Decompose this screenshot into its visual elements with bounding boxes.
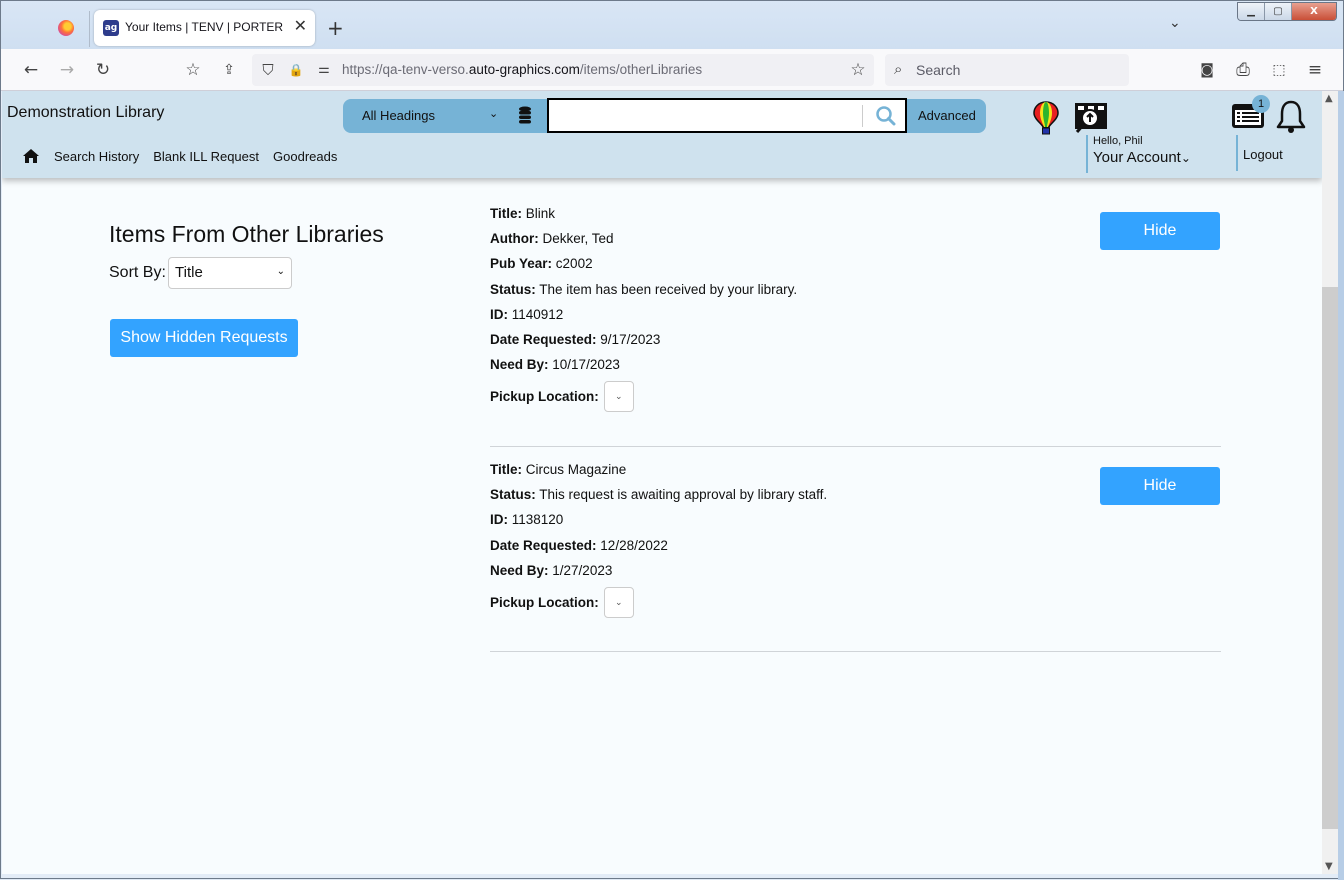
- extensions-icon[interactable]: ⬚: [1269, 60, 1289, 80]
- tab-close-icon[interactable]: ✕: [294, 16, 307, 35]
- browser-search-bar[interactable]: ⌕ Search: [885, 54, 1129, 86]
- maximize-button[interactable]: ▢: [1265, 3, 1292, 20]
- pocket-icon[interactable]: ◙: [1197, 60, 1217, 80]
- hide-button[interactable]: Hide: [1100, 467, 1220, 505]
- your-account-menu[interactable]: Your Account⌄: [1093, 149, 1191, 166]
- show-hidden-requests-button[interactable]: Show Hidden Requests: [110, 319, 298, 357]
- tab-title: Your Items | TENV | PORTER | Auto-Graphi…: [125, 20, 287, 34]
- address-bar[interactable]: ⛉ 🔒 ⚌ https://qa-tenv-verso.auto-graphic…: [252, 54, 874, 86]
- database-icon[interactable]: [518, 106, 532, 124]
- bookmarks-icon[interactable]: ☆: [183, 60, 203, 80]
- home-icon[interactable]: [22, 148, 40, 164]
- window-close-button[interactable]: X: [1292, 3, 1336, 20]
- catalog-search-input[interactable]: [547, 98, 907, 133]
- reload-icon[interactable]: ↻: [93, 60, 113, 80]
- library-name[interactable]: Demonstration Library: [7, 104, 164, 122]
- tab-active[interactable]: ag Your Items | TENV | PORTER | Auto-Gra…: [94, 10, 315, 46]
- pickup-location-label: Pickup Location:: [490, 389, 599, 405]
- logout-divider: [1236, 135, 1238, 171]
- permissions-icon[interactable]: ⚌: [314, 60, 334, 80]
- url-path: /items/otherLibraries: [579, 62, 703, 77]
- request-item: Title: Circus Magazine Status: This requ…: [490, 461, 1221, 652]
- scroll-down-icon[interactable]: ▼: [1325, 861, 1333, 872]
- sort-by-label: Sort By:: [109, 264, 166, 281]
- logout-link[interactable]: Logout: [1243, 147, 1283, 162]
- share-icon[interactable]: ⇪: [219, 60, 239, 80]
- search-group: All Headings ⌄ Advanced: [343, 98, 986, 133]
- pickup-location-select[interactable]: ⌄: [603, 586, 634, 618]
- item-id: ID: 1138120: [490, 512, 564, 528]
- item-id: ID: 1140912: [490, 306, 564, 322]
- chevron-down-icon: ⌄: [614, 596, 623, 607]
- greeting: Hello, Phil: [1093, 135, 1143, 147]
- scroll-thumb[interactable]: [1322, 287, 1338, 829]
- site-header: Demonstration Library All Headings ⌄ Adv…: [2, 91, 1322, 178]
- site-nav: Search History Blank ILL Request Goodrea…: [22, 148, 337, 164]
- item-date-requested: Date Requested: 12/28/2022: [490, 537, 668, 553]
- search-divider: [862, 105, 863, 127]
- chevron-down-icon[interactable]: ⌄: [489, 107, 498, 120]
- request-item: Title: Blink Author: Dekker, Ted Pub Yea…: [490, 205, 1221, 447]
- window-frame: [1338, 91, 1344, 880]
- hide-button[interactable]: Hide: [1100, 212, 1220, 250]
- sort-by-value: Title: [175, 264, 203, 281]
- tracking-shield-icon[interactable]: ⛉: [258, 60, 278, 80]
- window-controls: ▁ ▢ X: [1237, 2, 1337, 21]
- item-need-by: Need By: 1/27/2023: [490, 562, 613, 578]
- advanced-search-button[interactable]: Advanced: [918, 108, 976, 123]
- tab-strip: ag Your Items | TENV | PORTER | Auto-Gra…: [1, 1, 1343, 49]
- chevron-down-icon: ⌄: [614, 391, 623, 402]
- print-icon[interactable]: ⎙: [1233, 60, 1253, 80]
- nav-search-history[interactable]: Search History: [54, 149, 139, 164]
- page-scrollbar[interactable]: ▲ ▼: [1322, 91, 1338, 874]
- page-title: Items From Other Libraries: [109, 221, 384, 247]
- item-finder-icon[interactable]: [1073, 101, 1109, 135]
- search-placeholder: Search: [916, 62, 961, 78]
- pickup-location: Pickup Location: ⌄: [490, 381, 1221, 413]
- nav-blank-ill-request[interactable]: Blank ILL Request: [153, 149, 259, 164]
- bookmark-star-icon[interactable]: ☆: [848, 60, 868, 80]
- tab-separator: [89, 11, 90, 47]
- sort-by-select[interactable]: Title ⌄: [168, 257, 292, 289]
- chevron-down-icon: ⌄: [276, 266, 285, 277]
- your-account-label: Your Account: [1093, 149, 1181, 166]
- browser-window: ag Your Items | TENV | PORTER | Auto-Gra…: [0, 0, 1344, 880]
- search-scope-select[interactable]: All Headings: [362, 108, 435, 123]
- item-need-by: Need By: 10/17/2023: [490, 357, 620, 373]
- url-text[interactable]: https://qa-tenv-verso.auto-graphics.com/…: [342, 62, 702, 77]
- insecure-lock-icon[interactable]: 🔒: [286, 60, 306, 80]
- search-button-icon[interactable]: [875, 105, 897, 127]
- browser-toolbar: ← → ↻ ☆ ⇪ ⛉ 🔒 ⚌ https://qa-tenv-verso.au…: [1, 49, 1343, 91]
- minimize-button[interactable]: ▁: [1238, 3, 1265, 20]
- account-divider: [1086, 135, 1088, 173]
- back-icon[interactable]: ←: [21, 60, 41, 80]
- forward-icon[interactable]: →: [57, 60, 77, 80]
- scroll-up-icon[interactable]: ▲: [1325, 93, 1333, 104]
- pickup-location-select[interactable]: ⌄: [603, 381, 634, 413]
- web-page: Demonstration Library All Headings ⌄ Adv…: [2, 91, 1322, 874]
- pickup-location-label: Pickup Location:: [490, 594, 599, 610]
- list-count-badge: 1: [1252, 95, 1270, 113]
- url-prefix: https://qa-tenv-verso.: [342, 62, 469, 77]
- notifications-bell-icon[interactable]: [1275, 99, 1307, 135]
- pickup-location: Pickup Location: ⌄: [490, 586, 1221, 618]
- chevron-down-icon: ⌄: [1180, 151, 1191, 165]
- firefox-logo-icon[interactable]: [58, 20, 74, 36]
- new-tab-button[interactable]: +: [327, 16, 344, 40]
- item-pub-year: Pub Year: c2002: [490, 256, 593, 272]
- hot-air-balloon-icon[interactable]: [1033, 101, 1059, 135]
- list-all-tabs-icon[interactable]: ⌄: [1169, 15, 1181, 31]
- autographics-favicon-icon: ag: [103, 20, 119, 36]
- item-date-requested: Date Requested: 9/17/2023: [490, 331, 661, 347]
- nav-goodreads[interactable]: Goodreads: [273, 149, 337, 164]
- url-domain: auto-graphics.com: [468, 62, 580, 77]
- menu-icon[interactable]: ≡: [1305, 60, 1325, 80]
- item-status: Status: The item has been received by yo…: [490, 281, 798, 297]
- search-icon: ⌕: [894, 60, 903, 78]
